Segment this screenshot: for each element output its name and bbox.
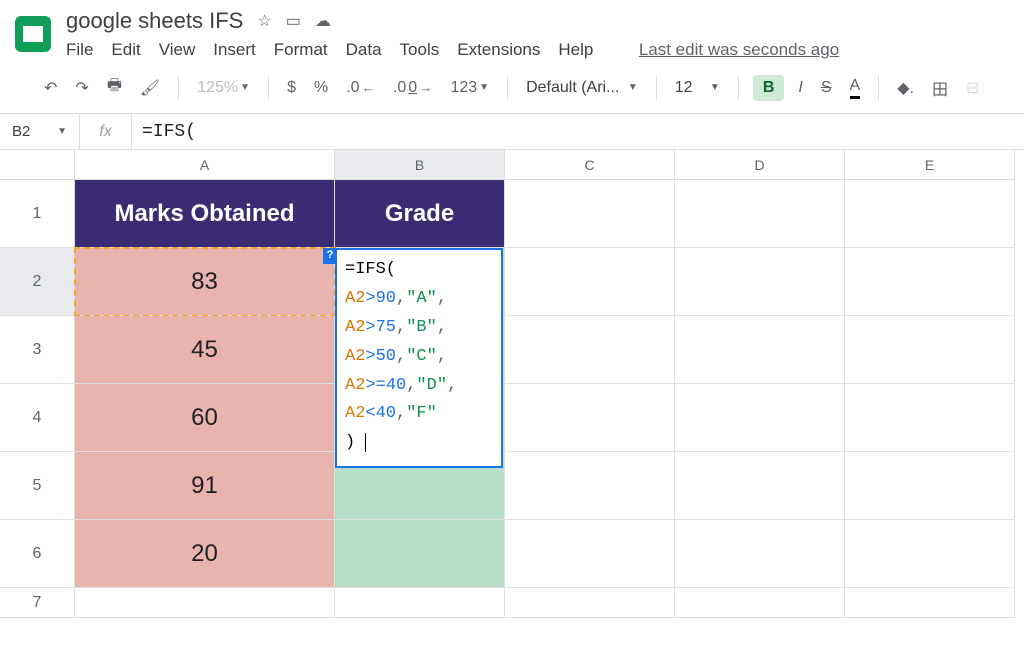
menu-edit[interactable]: Edit <box>111 40 140 60</box>
fill-color-button[interactable]: ◆. <box>893 76 918 100</box>
cell-a4[interactable]: 60 <box>75 384 335 452</box>
menu-help[interactable]: Help <box>558 40 593 60</box>
formula-line-close: ) <box>345 429 493 458</box>
menu-data[interactable]: Data <box>346 40 382 60</box>
cell-e2[interactable] <box>845 248 1015 316</box>
formula-help-icon[interactable]: ? <box>323 248 337 264</box>
sheets-logo[interactable] <box>12 13 54 55</box>
formula-line-1: A2>90,"A", <box>345 285 493 314</box>
formula-line-2: A2>75,"B", <box>345 314 493 343</box>
row-header-6[interactable]: 6 <box>0 520 75 588</box>
increase-decimal-button[interactable]: .00→ <box>389 77 437 99</box>
cell-d1[interactable] <box>675 180 845 248</box>
select-all-corner[interactable] <box>0 150 75 180</box>
paint-format-icon[interactable]: 🖌 <box>136 76 164 100</box>
cell-d5[interactable] <box>675 452 845 520</box>
cell-d4[interactable] <box>675 384 845 452</box>
cloud-icon[interactable]: ☁ <box>315 11 331 31</box>
col-header-c[interactable]: C <box>505 150 675 180</box>
menu-file[interactable]: File <box>66 40 93 60</box>
row-header-1[interactable]: 1 <box>0 180 75 248</box>
cell-e1[interactable] <box>845 180 1015 248</box>
cell-a2[interactable]: 83 <box>75 248 335 316</box>
row-header-7[interactable]: 7 <box>0 588 75 618</box>
app-header: google sheets IFS ☆ ▭ ☁ File Edit View I… <box>0 0 1024 60</box>
cell-d7[interactable] <box>675 588 845 618</box>
formula-line-4: A2>=40,"D", <box>345 372 493 401</box>
text-color-button[interactable]: A <box>846 75 865 101</box>
col-header-d[interactable]: D <box>675 150 845 180</box>
bold-button[interactable]: B <box>753 75 785 101</box>
name-box[interactable]: B2▼ <box>0 114 80 149</box>
font-size-dropdown[interactable]: 12 ▼ <box>671 77 724 99</box>
row-header-2[interactable]: 2 <box>0 248 75 316</box>
row-header-5[interactable]: 5 <box>0 452 75 520</box>
cell-a1[interactable]: Marks Obtained <box>75 180 335 248</box>
merge-button[interactable]: ⊟ <box>962 76 983 100</box>
decrease-decimal-button[interactable]: .0← <box>342 77 379 99</box>
formula-bar: B2▼ fx =IFS( <box>0 114 1024 150</box>
percent-button[interactable]: % <box>310 77 332 99</box>
cell-b6[interactable] <box>335 520 505 588</box>
doc-title[interactable]: google sheets IFS <box>66 8 243 34</box>
formula-line-3: A2>50,"C", <box>345 343 493 372</box>
cell-e6[interactable] <box>845 520 1015 588</box>
cell-a6[interactable]: 20 <box>75 520 335 588</box>
move-icon[interactable]: ▭ <box>286 11 301 31</box>
cell-c1[interactable] <box>505 180 675 248</box>
row-header-4[interactable]: 4 <box>0 384 75 452</box>
cell-d2[interactable] <box>675 248 845 316</box>
print-icon[interactable]: 🖶 <box>103 72 126 103</box>
cell-e4[interactable] <box>845 384 1015 452</box>
cell-e5[interactable] <box>845 452 1015 520</box>
col-header-e[interactable]: E <box>845 150 1015 180</box>
star-icon[interactable]: ☆ <box>257 11 271 31</box>
cell-c7[interactable] <box>505 588 675 618</box>
cell-e7[interactable] <box>845 588 1015 618</box>
cell-b1[interactable]: Grade <box>335 180 505 248</box>
undo-icon[interactable]: ↶ <box>40 76 61 100</box>
cell-a7[interactable] <box>75 588 335 618</box>
menu-view[interactable]: View <box>159 40 196 60</box>
borders-button[interactable]: 田 <box>928 74 952 102</box>
cell-a5[interactable]: 91 <box>75 452 335 520</box>
cell-b7[interactable] <box>335 588 505 618</box>
italic-button[interactable]: I <box>794 77 806 99</box>
formula-line-5: A2<40,"F" <box>345 400 493 429</box>
formula-input[interactable]: =IFS( <box>132 122 1024 142</box>
more-formats-dropdown[interactable]: 123 ▼ <box>446 77 493 99</box>
col-header-b[interactable]: B <box>335 150 505 180</box>
cell-d3[interactable] <box>675 316 845 384</box>
cell-c6[interactable] <box>505 520 675 588</box>
last-edit-link[interactable]: Last edit was seconds ago <box>639 40 839 60</box>
strikethrough-button[interactable]: S <box>817 77 836 99</box>
cell-c5[interactable] <box>505 452 675 520</box>
cell-c3[interactable] <box>505 316 675 384</box>
menu-extensions[interactable]: Extensions <box>457 40 540 60</box>
redo-icon[interactable]: ↷ <box>71 76 92 100</box>
fx-label: fx <box>80 114 132 149</box>
zoom-dropdown[interactable]: 125% ▼ <box>193 77 254 99</box>
menu-format[interactable]: Format <box>274 40 328 60</box>
cell-a3[interactable]: 45 <box>75 316 335 384</box>
currency-button[interactable]: $ <box>283 77 300 99</box>
cell-d6[interactable] <box>675 520 845 588</box>
formula-line-0: =IFS( <box>345 256 493 285</box>
menu-insert[interactable]: Insert <box>213 40 256 60</box>
col-header-a[interactable]: A <box>75 150 335 180</box>
toolbar: ↶ ↷ 🖶 🖌 125% ▼ $ % .0← .00→ 123 ▼ Defaul… <box>0 60 1024 114</box>
cell-c4[interactable] <box>505 384 675 452</box>
row-header-3[interactable]: 3 <box>0 316 75 384</box>
font-family-dropdown[interactable]: Default (Ari... ▼ <box>522 77 642 99</box>
menu-bar: File Edit View Insert Format Data Tools … <box>66 40 839 60</box>
menu-tools[interactable]: Tools <box>400 40 440 60</box>
spreadsheet-grid: A B C D E 1 Marks Obtained Grade 2 83 3 … <box>0 150 1024 618</box>
cell-c2[interactable] <box>505 248 675 316</box>
cell-e3[interactable] <box>845 316 1015 384</box>
formula-editor-popup[interactable]: ? =IFS( A2>90,"A", A2>75,"B", A2>50,"C",… <box>335 248 503 468</box>
